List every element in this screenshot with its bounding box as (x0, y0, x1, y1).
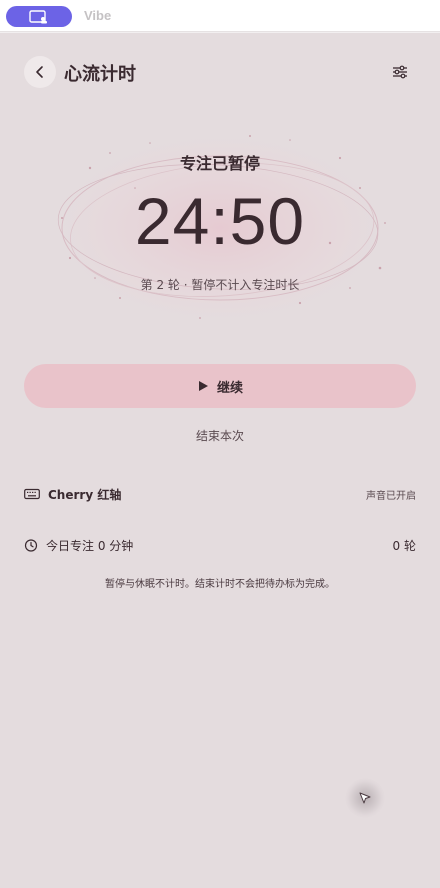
cursor-indicator (345, 778, 385, 818)
cursor-arrow-icon (359, 792, 371, 804)
keyboard-icon (24, 488, 40, 500)
today-stats-row: 今日专注 0 分钟 0 轮 (24, 535, 416, 555)
timer-status-label: 专注已暂停 (179, 154, 260, 173)
timer-display: 24:50 (134, 184, 306, 258)
timer-icon (24, 539, 38, 552)
sound-profile-name: Cherry 红轴 (48, 487, 122, 502)
resume-button-label: 继续 (216, 380, 243, 396)
sound-status: 声音已开启 (366, 490, 416, 502)
title-bar: Vibe (0, 0, 440, 32)
today-focus-label: 今日专注 0 分钟 (46, 538, 134, 553)
back-arrow-icon (36, 66, 43, 78)
today-rounds-count: 0 轮 (392, 538, 416, 553)
play-icon (198, 381, 208, 391)
page-title: 心流计时 (64, 64, 136, 85)
app-name: Vibe (84, 8, 112, 23)
end-session-button[interactable]: 结束本次 (0, 427, 440, 444)
settings-button[interactable] (388, 60, 412, 84)
back-button[interactable] (24, 56, 56, 88)
focus-timer-screen: 心流计时 专注已暂停 24:50 第 2 轮 · 暂停不计入专注时长 继续 结束… (0, 33, 440, 888)
app-window-icon (29, 9, 47, 23)
round-info-text: 第 2 轮 · 暂停不计入专注时长 (140, 278, 300, 292)
app-switcher-button[interactable] (6, 6, 72, 27)
resume-button[interactable]: 继续 (24, 364, 416, 408)
footnote-text: 暂停与休眠不计时。结束计时不会把待办标为完成。 (105, 579, 335, 590)
sound-setting-row[interactable]: Cherry 红轴 声音已开启 (24, 484, 416, 504)
sliders-icon (393, 65, 407, 79)
